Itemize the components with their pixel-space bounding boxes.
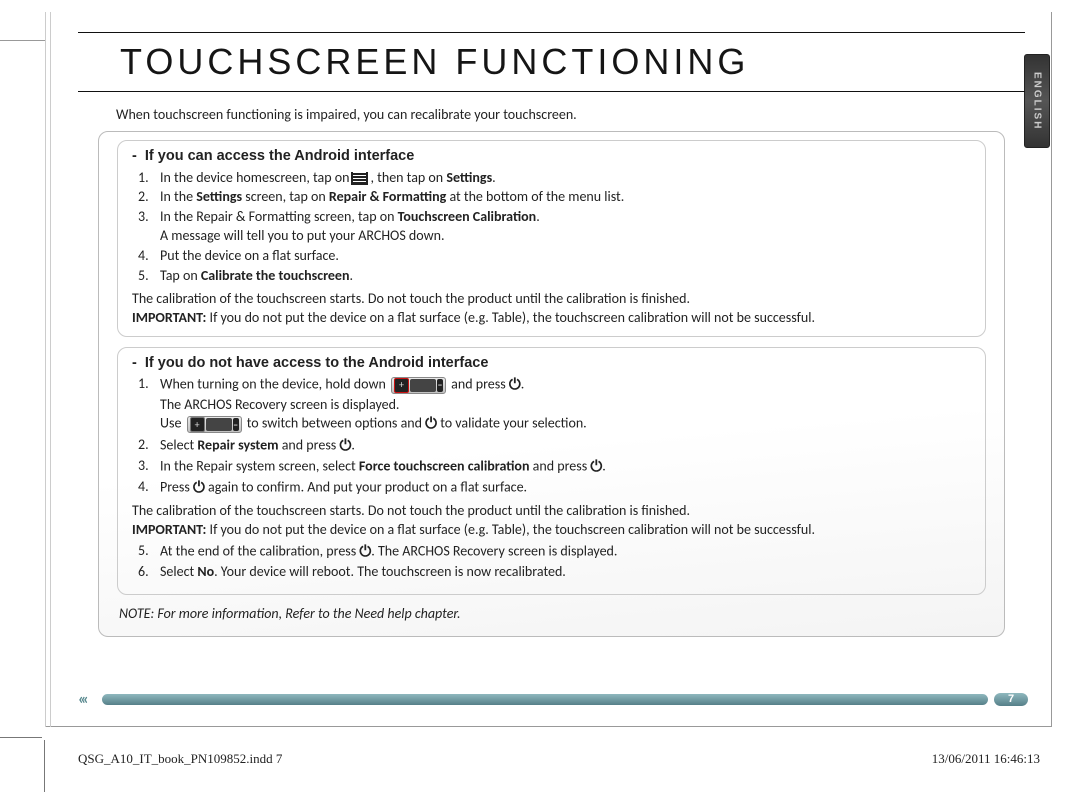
section-no-access: - If you do not have access to the Andro… <box>117 347 986 596</box>
volume-rocker-icon: +– <box>187 416 242 433</box>
menu-icon <box>351 172 368 185</box>
page-footer-bar: ‹‹‹ 7 <box>78 691 1028 707</box>
volume-rocker-icon: +– <box>391 377 446 394</box>
page-title: TOUCHSCREEN FUNCTIONING <box>78 41 1025 83</box>
title-bar: TOUCHSCREEN FUNCTIONING <box>78 32 1025 92</box>
language-tab: ENGLISH <box>1024 54 1050 148</box>
power-icon: ⏻ <box>339 437 351 455</box>
step: In the Repair & Formatting screen, tap o… <box>160 208 540 246</box>
section-a-important: IMPORTANT: If you do not put the device … <box>132 309 971 328</box>
page-content: TOUCHSCREEN FUNCTIONING When touchscreen… <box>78 32 1025 637</box>
step: In the Settings screen, tap on Repair & … <box>160 188 624 207</box>
section-b-steps-cont: 5.At the end of the calibration, press ⏻… <box>138 542 971 582</box>
indd-timestamp: 13/06/2011 16:46:13 <box>932 751 1040 767</box>
power-icon: ⏻ <box>590 458 602 476</box>
step: Tap on Calibrate the touchscreen. <box>160 267 353 286</box>
section-b-heading-text: If you do not have access to the Android… <box>145 355 489 371</box>
bar-end-icon: ‹‹‹ <box>78 690 96 709</box>
step: In the Repair system screen, select Forc… <box>160 457 606 477</box>
section-b-heading: - If you do not have access to the Andro… <box>132 354 971 374</box>
section-a-steps: 1.In the device homescreen, tap on, then… <box>138 169 971 286</box>
section-b-mid: The calibration of the touchscreen start… <box>132 502 971 521</box>
spine-guide <box>45 12 54 727</box>
footer-pipe <box>102 694 988 705</box>
section-a-heading: - If you can access the Android interfac… <box>132 147 971 167</box>
crop-edge-left <box>0 40 45 41</box>
intro-text: When touchscreen functioning is impaired… <box>116 106 1025 123</box>
step: Press ⏻ again to confirm. And put your p… <box>160 478 527 498</box>
step: At the end of the calibration, press ⏻. … <box>160 542 617 562</box>
crop-mark-h <box>0 737 42 738</box>
section-a-after: The calibration of the touchscreen start… <box>132 290 971 309</box>
imposition-footer: QSG_A10_IT_book_PN109852.indd 7 13/06/20… <box>78 751 1040 767</box>
step: In the device homescreen, tap on, then t… <box>160 169 496 188</box>
section-b-important: IMPORTANT: If you do not put the device … <box>132 521 971 540</box>
power-icon: ⏻ <box>359 543 371 561</box>
crop-mark-v <box>44 740 45 792</box>
power-icon: ⏻ <box>509 376 521 394</box>
power-icon: ⏻ <box>193 479 205 497</box>
section-can-access: - If you can access the Android interfac… <box>117 140 986 337</box>
power-icon: ⏻ <box>425 415 437 433</box>
page-number: 7 <box>994 693 1028 706</box>
step: Select No. Your device will reboot. The … <box>160 563 566 582</box>
instruction-container: - If you can access the Android interfac… <box>98 131 1005 637</box>
section-b-steps: 1. When turning on the device, hold down… <box>138 375 971 498</box>
indd-filename: QSG_A10_IT_book_PN109852.indd 7 <box>78 751 282 767</box>
step: Put the device on a flat surface. <box>160 247 339 266</box>
step: When turning on the device, hold down +–… <box>160 375 587 434</box>
section-a-heading-text: If you can access the Android interface <box>145 148 414 164</box>
note-text: NOTE: For more information, Refer to the… <box>119 605 984 624</box>
step: Select Repair system and press ⏻. <box>160 436 355 456</box>
